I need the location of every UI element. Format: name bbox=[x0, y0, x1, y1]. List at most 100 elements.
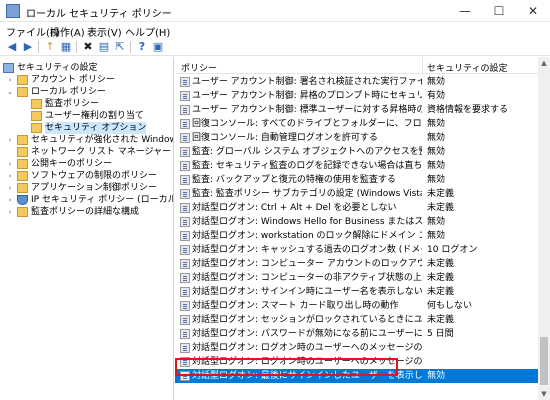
policy-setting-icon bbox=[180, 133, 190, 143]
toolbar-separator bbox=[76, 41, 77, 53]
vertical-scrollbar[interactable]: ▲ ▼ bbox=[538, 57, 550, 400]
policy-setting-value: 無効 bbox=[427, 147, 446, 157]
forward-arrow-icon[interactable]: ▶ bbox=[20, 40, 36, 54]
scroll-up-arrow-icon[interactable]: ▲ bbox=[538, 57, 550, 69]
chevron-right-icon[interactable]: › bbox=[6, 182, 14, 194]
toolbar-separator bbox=[130, 41, 131, 53]
folder-icon bbox=[17, 87, 28, 97]
policy-setting-icon bbox=[180, 287, 190, 297]
policy-setting-value: 未定義 bbox=[427, 273, 455, 283]
policy-name: ユーザー アカウント制御: 昇格のプロンプト時にセキュリティで保護され... bbox=[192, 91, 422, 101]
policy-row[interactable]: 回復コンソール: すべてのドライブとフォルダーに、フロッピーのコピーとアクセ..… bbox=[175, 117, 538, 131]
policy-row[interactable]: 対話型ログオン: ログオン時のユーザーへのメッセージのタイトル bbox=[175, 341, 538, 355]
chevron-right-icon[interactable]: › bbox=[6, 194, 14, 206]
policy-row[interactable]: 対話型ログオン: コンピューターの非アクティブ状態の上限 未定義 bbox=[175, 271, 538, 285]
policy-setting-icon bbox=[180, 161, 190, 171]
policy-row[interactable]: 監査: グローバル システム オブジェクトへのアクセスを監査する無効 bbox=[175, 145, 538, 159]
policy-name: ユーザー アカウント制御: 署名され検証された実行ファイルのみを昇格... bbox=[192, 77, 422, 87]
policy-setting-value: 未定義 bbox=[427, 315, 455, 325]
policy-row[interactable]: 監査: セキュリティ監査のログを記録できない場合は直ちにシステムを... 無効 bbox=[175, 159, 538, 173]
policy-name: 監査: バックアップと復元の特権の使用を監査する bbox=[192, 175, 396, 185]
folder-icon bbox=[17, 147, 28, 157]
chevron-right-icon[interactable]: › bbox=[6, 170, 14, 182]
list-header: ポリシー セキュリティの設定 bbox=[175, 57, 550, 74]
policy-row[interactable]: 監査: バックアップと復元の特権の使用を監査する 無効 bbox=[175, 173, 538, 187]
column-divider[interactable] bbox=[422, 57, 423, 74]
menu-action[interactable]: 操作(A) bbox=[50, 24, 85, 39]
folder-icon bbox=[17, 75, 28, 85]
navigation-tree: セキュリティの設定 › アカウント ポリシー ⌄ ローカル ポリシー 監査ポリシ… bbox=[0, 57, 174, 400]
policy-setting-icon bbox=[180, 147, 190, 157]
chevron-down-icon[interactable]: ⌄ bbox=[6, 86, 14, 98]
policy-row[interactable]: 回復コンソール: 自動管理ログオンを許可する 無効 bbox=[175, 131, 538, 145]
policy-row[interactable]: ユーザー アカウント制御: 署名され検証された実行ファイルのみを昇格... 無効 bbox=[175, 75, 538, 89]
policy-setting-value: 無効 bbox=[427, 161, 446, 171]
tree-label: IP セキュリティ ポリシー (ローカル コンピューター bbox=[31, 195, 174, 205]
chevron-right-icon[interactable]: › bbox=[6, 74, 14, 86]
policy-name: 監査: グローバル システム オブジェクトへのアクセスを監査する bbox=[192, 147, 422, 157]
policy-row[interactable]: 監査: 監査ポリシー サブカテゴリの設定 (Windows Vista 以降) … bbox=[175, 187, 538, 201]
policy-row[interactable]: 対話型ログオン: Ctrl + Alt + Del を必要としない 未定義 bbox=[175, 201, 538, 215]
policy-row[interactable]: 対話型ログオン: Windows Hello for Business またはス… bbox=[175, 215, 538, 229]
policy-list: ポリシー セキュリティの設定 ユーザー アカウント制御: 署名され検証された実行… bbox=[175, 57, 550, 400]
tree-label: セキュリティが強化された Windows Defen bbox=[31, 135, 173, 145]
scroll-down-arrow-icon[interactable]: ▼ bbox=[538, 388, 550, 400]
export-list-icon[interactable]: ⇱ bbox=[112, 40, 128, 54]
policy-setting-icon bbox=[180, 301, 190, 311]
chevron-right-icon[interactable]: › bbox=[6, 206, 14, 218]
policy-row[interactable]: 対話型ログオン: パスワードが無効になる前にユーザーに変更を促す 5 日間 bbox=[175, 327, 538, 341]
policy-setting-icon bbox=[180, 217, 190, 227]
chevron-right-icon[interactable]: › bbox=[6, 134, 14, 146]
delete-icon[interactable]: ✖ bbox=[80, 40, 96, 54]
policy-row[interactable]: 対話型ログオン: 最後にサインインしたユーザーを表示しない 無効 bbox=[175, 369, 538, 383]
security-policy-app-icon bbox=[6, 4, 20, 18]
close-button[interactable]: ✕ bbox=[516, 0, 550, 22]
scrollbar-thumb[interactable] bbox=[540, 337, 548, 385]
column-header-policy[interactable]: ポリシー bbox=[181, 61, 217, 74]
policy-name: 監査: 監査ポリシー サブカテゴリの設定 (Windows Vista 以降) … bbox=[192, 189, 422, 199]
policy-name: ユーザー アカウント制御: 標準ユーザーに対する昇格時のプロンプトの... bbox=[192, 105, 422, 115]
minimize-button[interactable]: — bbox=[448, 0, 482, 22]
policy-setting-value: 10 ログオン bbox=[427, 245, 478, 255]
tree-label: セキュリティの設定 bbox=[17, 63, 98, 73]
policy-row[interactable]: 対話型ログオン: コンピューター アカウントのロックアウトのしきい値未定義 bbox=[175, 257, 538, 271]
policy-name: 対話型ログオン: ログオン時のユーザーへのメッセージのタイトル bbox=[192, 343, 422, 353]
chevron-right-icon[interactable]: › bbox=[6, 158, 14, 170]
policy-row[interactable]: 対話型ログオン: サインイン時にユーザー名を表示しない 未定義 bbox=[175, 285, 538, 299]
policy-row[interactable]: ユーザー アカウント制御: 標準ユーザーに対する昇格時のプロンプトの... 資格情… bbox=[175, 103, 538, 117]
column-header-setting[interactable]: セキュリティの設定 bbox=[427, 61, 507, 74]
view-icon[interactable]: ▣ bbox=[150, 40, 166, 54]
policy-name: 対話型ログオン: コンピューターの非アクティブ状態の上限 bbox=[192, 273, 422, 283]
policy-row[interactable]: 対話型ログオン: キャッシュする過去のログオン数 (ドメイン コントローラー..… bbox=[175, 243, 538, 257]
policy-setting-icon bbox=[180, 175, 190, 185]
maximize-button[interactable]: ☐ bbox=[482, 0, 516, 22]
policy-setting-value: 未定義 bbox=[427, 287, 455, 297]
policy-setting-icon bbox=[180, 245, 190, 255]
policy-row[interactable]: 対話型ログオン: ログオン時のユーザーへのメッセージのテキスト bbox=[175, 355, 538, 369]
help-icon[interactable]: ? bbox=[134, 40, 150, 54]
folder-icon bbox=[17, 159, 28, 169]
policy-setting-icon bbox=[180, 105, 190, 115]
policy-name: 対話型ログオン: Windows Hello for Business またはス… bbox=[192, 217, 422, 227]
menu-help[interactable]: ヘルプ(H) bbox=[125, 24, 170, 39]
properties-icon[interactable]: ▤ bbox=[96, 40, 112, 54]
back-arrow-icon[interactable]: ◀ bbox=[4, 40, 20, 54]
tree-label: 監査ポリシーの詳細な構成 bbox=[31, 207, 140, 217]
policy-name: 対話型ログオン: サインイン時にユーザー名を表示しない bbox=[192, 287, 422, 297]
policy-row[interactable]: 対話型ログオン: セッションがロックされているときにユーザーの情報を表... 未定… bbox=[175, 313, 538, 327]
policy-row[interactable]: 対話型ログオン: スマート カード取り出し時の動作 何もしない bbox=[175, 299, 538, 313]
tree-label: セキュリティ オプション bbox=[45, 122, 147, 134]
policy-setting-value: 無効 bbox=[427, 133, 446, 143]
policy-row[interactable]: 対話型ログオン: workstation のロック解除にドメイン コントローラー… bbox=[175, 229, 538, 243]
menu-view[interactable]: 表示(V) bbox=[87, 24, 122, 39]
policy-setting-icon bbox=[180, 343, 190, 353]
tree-label: ローカル ポリシー bbox=[31, 87, 106, 97]
policy-name: 対話型ログオン: ログオン時のユーザーへのメッセージのテキスト bbox=[192, 357, 422, 367]
tree-label: アカウント ポリシー bbox=[31, 75, 115, 85]
policy-row[interactable]: ユーザー アカウント制御: 昇格のプロンプト時にセキュリティで保護され... 有効 bbox=[175, 89, 538, 103]
policy-setting-value: 無効 bbox=[427, 371, 446, 381]
policy-setting-icon bbox=[180, 273, 190, 283]
show-tree-icon[interactable]: ▦ bbox=[58, 40, 74, 54]
up-folder-icon[interactable]: ↑ bbox=[42, 40, 58, 54]
policy-setting-icon bbox=[180, 315, 190, 325]
